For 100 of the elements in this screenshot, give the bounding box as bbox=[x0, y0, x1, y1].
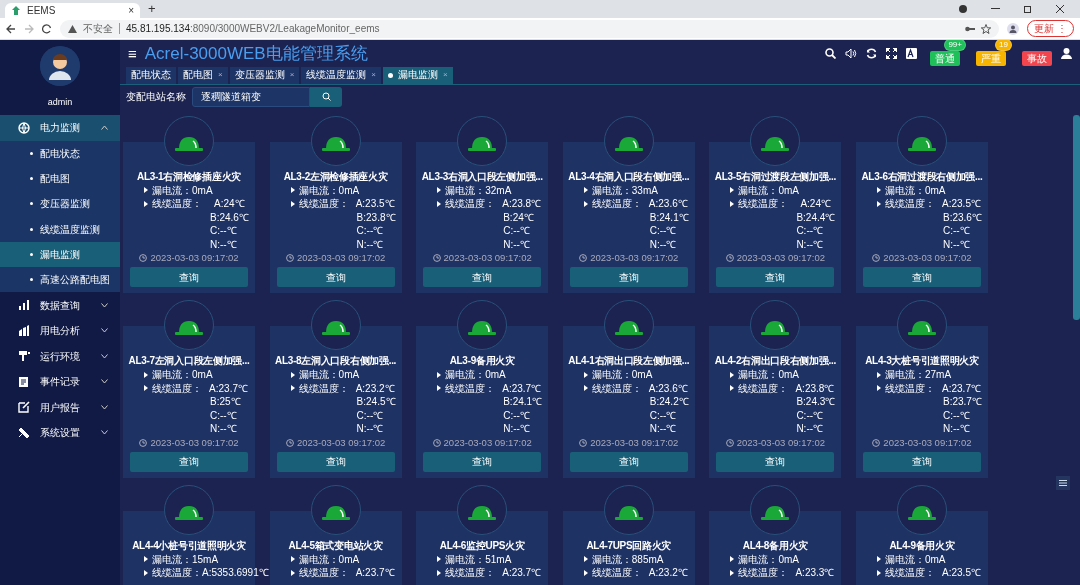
speaker-icon[interactable] bbox=[845, 47, 857, 59]
sidebar-item[interactable]: 用户报告 bbox=[0, 394, 120, 420]
query-button[interactable]: 查询 bbox=[276, 451, 395, 472]
search-button[interactable] bbox=[310, 86, 342, 107]
settings-sliders-icon[interactable] bbox=[1056, 476, 1070, 490]
temperature-value: A:23.3℃ bbox=[795, 566, 835, 580]
query-button[interactable]: 查询 bbox=[862, 451, 981, 472]
sidebar-item[interactable]: 系统设置 bbox=[0, 419, 120, 446]
timestamp: 2023-03-03 09:17:02 bbox=[297, 435, 386, 450]
tab-close-button[interactable]: × bbox=[128, 3, 134, 18]
minimize-icon[interactable] bbox=[991, 8, 1000, 10]
temperature-value: B:25℃ bbox=[210, 395, 241, 409]
sidebar-item[interactable]: 事件记录 bbox=[0, 368, 120, 395]
key-icon[interactable] bbox=[965, 25, 976, 32]
temperature-value: B:23.6℃ bbox=[942, 210, 982, 224]
temperature-value: C:--℃ bbox=[649, 224, 677, 238]
current-value: 0mA bbox=[631, 368, 653, 382]
restore-icon[interactable] bbox=[1024, 5, 1032, 13]
temperature-value: C:--℃ bbox=[503, 408, 530, 422]
submenu-item[interactable]: 线缆温度监测 bbox=[0, 216, 120, 242]
sidebar-item[interactable]: 运行环境 bbox=[0, 343, 120, 369]
new-tab-button[interactable]: + bbox=[148, 0, 156, 18]
query-button[interactable]: 查询 bbox=[569, 267, 688, 287]
scrollbar-thumb[interactable] bbox=[1073, 115, 1080, 320]
field-label: 线缆温度： bbox=[152, 566, 202, 580]
alarm-level-button[interactable]: 事故 bbox=[1022, 51, 1052, 66]
station-name-field[interactable]: 逐稠隧道箱变 bbox=[192, 86, 310, 107]
temperature-value: A:23.2℃ bbox=[648, 566, 688, 580]
browser-tab-title[interactable]: EEMS bbox=[27, 3, 56, 18]
field-label: 线缆温度： bbox=[298, 197, 350, 211]
page-tab[interactable]: 线缆温度监测 × bbox=[301, 66, 381, 84]
user-icon[interactable] bbox=[1061, 47, 1072, 59]
clock-icon bbox=[139, 438, 148, 447]
query-button[interactable]: 查询 bbox=[276, 267, 395, 287]
field-label: 线缆温度： bbox=[738, 566, 790, 580]
current-value: 0mA bbox=[924, 183, 946, 197]
current-value: 0mA bbox=[338, 552, 360, 566]
page-tab[interactable]: 配电图 × bbox=[178, 66, 228, 84]
close-icon[interactable] bbox=[1056, 5, 1064, 13]
temperature-value: A:23.2℃ bbox=[355, 381, 395, 395]
timestamp: 2023-03-03 09:17:02 bbox=[883, 435, 972, 450]
temperature-value: A:24℃ bbox=[800, 197, 831, 211]
field-label: 漏电流： bbox=[884, 368, 925, 382]
timestamp: 2023-03-03 09:17:02 bbox=[150, 251, 239, 265]
clock-icon bbox=[579, 438, 588, 447]
reload-icon[interactable] bbox=[42, 23, 52, 34]
device-name: AL3-3右洞入口段左侧加强... bbox=[420, 169, 544, 184]
query-button[interactable]: 查询 bbox=[716, 451, 835, 472]
temperature-value: N:--℃ bbox=[796, 237, 824, 251]
update-button[interactable]: 更新 ⋮ bbox=[1027, 20, 1074, 37]
bullet-icon bbox=[30, 176, 33, 180]
chevron-down-icon bbox=[101, 302, 108, 308]
back-icon[interactable] bbox=[6, 23, 16, 34]
submenu-item[interactable]: 漏电监测 bbox=[0, 241, 120, 267]
bars-icon bbox=[18, 299, 30, 312]
query-button[interactable]: 查询 bbox=[716, 267, 835, 287]
temperature-value: C:--℃ bbox=[356, 224, 384, 238]
temperature-value: A:23.7℃ bbox=[502, 566, 542, 580]
field-label: 漏电流： bbox=[884, 552, 925, 566]
submenu-item[interactable]: 变压器监测 bbox=[0, 191, 120, 217]
timestamp: 2023-03-03 09:17:02 bbox=[297, 251, 386, 265]
profile-icon[interactable] bbox=[1007, 22, 1020, 35]
query-button[interactable]: 查询 bbox=[423, 451, 542, 472]
page-tab[interactable]: 配电状态 bbox=[126, 66, 176, 84]
fullscreen-icon[interactable] bbox=[886, 47, 897, 59]
sidebar-item[interactable]: 电力监测 bbox=[0, 115, 120, 141]
device-name: AL4-1右洞出口段左侧加强... bbox=[567, 354, 691, 368]
page-tab[interactable]: 漏电监测 × bbox=[383, 66, 453, 84]
page-tab[interactable]: 变压器监测 × bbox=[229, 66, 300, 84]
query-button[interactable]: 查询 bbox=[130, 451, 248, 472]
submenu-item[interactable]: 配电状态 bbox=[0, 140, 120, 166]
timestamp: 2023-03-03 09:17:02 bbox=[443, 251, 532, 265]
field-label: 线缆温度： bbox=[445, 381, 497, 395]
field-label: 线缆温度： bbox=[152, 381, 203, 395]
device-name: AL4-6监控UPS火灾 bbox=[438, 538, 526, 553]
menu-toggle-button[interactable]: ≡ bbox=[128, 45, 137, 61]
query-button[interactable]: 查询 bbox=[862, 267, 981, 287]
refresh-icon[interactable] bbox=[866, 47, 877, 59]
submenu-item[interactable]: 高速公路配电图 bbox=[0, 267, 120, 293]
sidebar-item[interactable]: 数据查询 bbox=[0, 292, 120, 318]
current-value: 0mA bbox=[778, 183, 799, 197]
query-button[interactable]: 查询 bbox=[130, 267, 248, 287]
device-name: AL3-5右洞过渡段左侧加强... bbox=[713, 169, 837, 184]
submenu-item[interactable]: 配电图 bbox=[0, 165, 120, 192]
device-name: AL3-6右洞过渡段右侧加强... bbox=[860, 169, 984, 184]
temperature-value: C:--℃ bbox=[356, 408, 384, 422]
temperature-value: A:23.5℃ bbox=[355, 197, 395, 211]
bookmark-star-icon[interactable] bbox=[981, 23, 992, 34]
device-name: AL4-8备用火灾 bbox=[741, 538, 809, 553]
query-button[interactable]: 查询 bbox=[569, 451, 688, 472]
count-badge: 19 bbox=[995, 40, 1012, 51]
sidebar-item[interactable]: 用电分析 bbox=[0, 317, 120, 344]
search-icon[interactable] bbox=[825, 47, 836, 59]
query-button[interactable]: 查询 bbox=[423, 267, 542, 287]
clock-icon bbox=[286, 438, 294, 447]
url-text[interactable]: 45.81.195.134:8090/3000WEBV2/LeakageMonitor_eems bbox=[126, 21, 380, 36]
device-name: AL3-4右洞入口段右侧加强... bbox=[567, 169, 691, 184]
temperature-value: B:24.1℃ bbox=[649, 210, 689, 224]
temperature-value: A:23.7℃ bbox=[355, 566, 395, 580]
translate-icon[interactable] bbox=[906, 47, 917, 59]
